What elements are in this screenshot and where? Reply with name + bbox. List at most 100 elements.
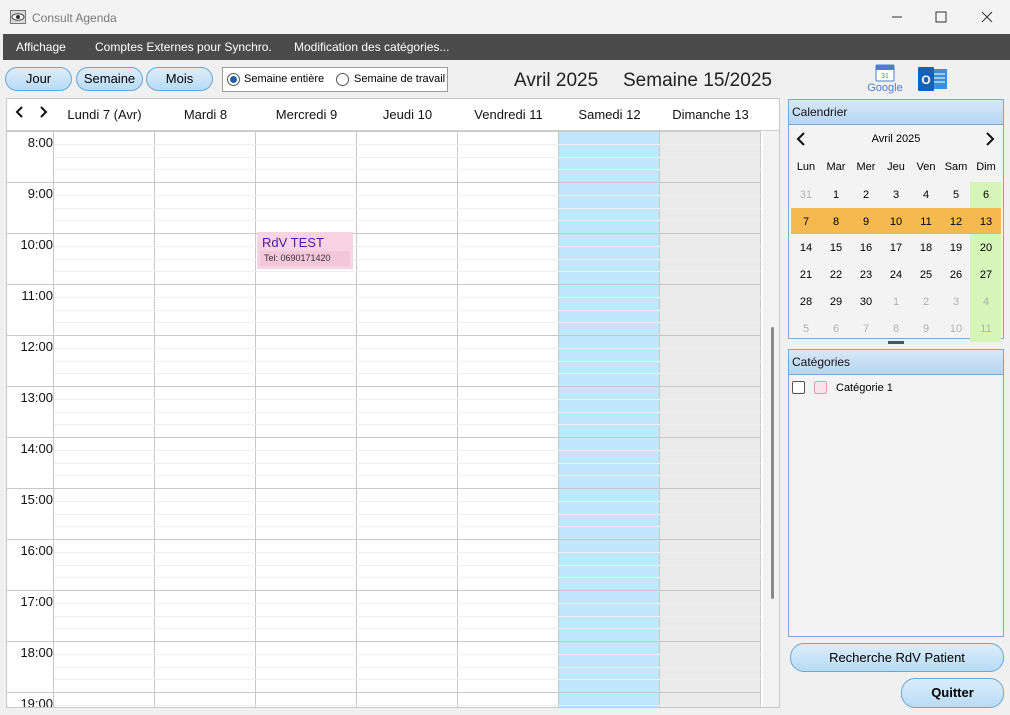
mini-day[interactable]: 5 [941, 182, 971, 208]
hour-line [7, 386, 761, 387]
hour-line [7, 284, 761, 285]
category-label[interactable]: Catégorie 1 [836, 382, 893, 394]
day-header[interactable]: Mercredi 9 [256, 99, 357, 131]
week-grid[interactable]: Lundi 7 (Avr) Mardi 8 Mercredi 9 Jeudi 10 Ve… [6, 98, 780, 708]
mini-day[interactable]: 25 [911, 262, 941, 288]
mini-weekday: Ven [916, 161, 936, 173]
day-column[interactable] [256, 131, 357, 707]
mini-day[interactable]: 17 [881, 235, 911, 261]
panel-resize-grip[interactable] [888, 341, 904, 344]
mini-day[interactable]: 9 [851, 209, 881, 235]
day-header[interactable]: Dimanche 13 [660, 99, 761, 131]
mini-day[interactable]: 21 [791, 262, 821, 288]
mini-day[interactable]: 3 [881, 182, 911, 208]
mini-day[interactable]: 27 [971, 262, 1001, 288]
maximize-icon[interactable] [930, 6, 952, 28]
mini-day[interactable]: 4 [911, 182, 941, 208]
mini-day[interactable]: 12 [941, 209, 971, 235]
quarter-line [54, 424, 761, 426]
radio-full-week[interactable] [227, 73, 240, 86]
mini-day[interactable]: 22 [821, 262, 851, 288]
mini-day[interactable]: 10 [881, 209, 911, 235]
day-header[interactable]: Lundi 7 (Avr) [54, 99, 155, 131]
mini-day[interactable]: 26 [941, 262, 971, 288]
mini-day[interactable]: 8 [881, 316, 911, 342]
radio-work-week-label[interactable]: Semaine de travail [354, 73, 445, 85]
mini-day[interactable]: 10 [941, 316, 971, 342]
mini-day[interactable]: 30 [851, 289, 881, 315]
close-icon[interactable] [976, 6, 998, 28]
mini-day[interactable]: 15 [821, 235, 851, 261]
day-column[interactable] [54, 131, 155, 707]
day-column[interactable] [660, 131, 761, 707]
mini-day[interactable]: 3 [941, 289, 971, 315]
radio-full-week-label[interactable]: Semaine entière [244, 73, 324, 85]
mini-day[interactable]: 7 [851, 316, 881, 342]
minimize-icon[interactable] [886, 6, 908, 28]
view-day-button[interactable]: Jour [5, 67, 72, 91]
day-column[interactable] [458, 131, 559, 707]
mini-day[interactable]: 20 [971, 235, 1001, 261]
next-week-icon[interactable] [35, 104, 51, 120]
mini-day[interactable]: 19 [941, 235, 971, 261]
mini-day[interactable]: 2 [851, 182, 881, 208]
mini-day[interactable]: 2 [911, 289, 941, 315]
day-column[interactable] [357, 131, 458, 707]
radio-work-week[interactable] [336, 73, 349, 86]
quarter-line [54, 169, 761, 171]
hour-line [7, 131, 761, 132]
appointment-event[interactable]: RdV TEST Tel: 0690171420 [257, 232, 353, 269]
google-calendar-icon[interactable]: 31 Google [864, 64, 906, 94]
current-week: Semaine 15/2025 [623, 70, 772, 91]
prev-week-icon[interactable] [12, 104, 28, 120]
mini-day[interactable]: 7 [791, 209, 821, 235]
mini-weekday: Dim [976, 161, 996, 173]
view-month-button[interactable]: Mois [146, 67, 213, 91]
outlook-icon[interactable]: O [917, 65, 949, 95]
mini-day[interactable]: 14 [791, 235, 821, 261]
day-column[interactable] [559, 131, 660, 707]
quarter-line [54, 551, 761, 553]
mini-day[interactable]: 13 [971, 209, 1001, 235]
quarter-line [54, 271, 761, 273]
mini-day[interactable]: 11 [911, 209, 941, 235]
mini-day[interactable]: 6 [821, 316, 851, 342]
category-checkbox[interactable] [792, 381, 805, 394]
quit-button[interactable]: Quitter [901, 678, 1004, 708]
day-header[interactable]: Jeudi 10 [357, 99, 458, 131]
hour-label: 8:00 [27, 135, 53, 150]
mini-day[interactable]: 1 [821, 182, 851, 208]
menu-modification-categories[interactable]: Modification des catégories... [294, 40, 449, 54]
mini-next-month-icon[interactable] [982, 131, 998, 147]
mini-day[interactable]: 4 [971, 289, 1001, 315]
mini-day[interactable]: 11 [971, 316, 1001, 342]
quarter-line [54, 373, 761, 375]
day-header[interactable]: Mardi 8 [155, 99, 256, 131]
search-appointment-button[interactable]: Recherche RdV Patient [790, 643, 1004, 672]
menu-affichage[interactable]: Affichage [16, 40, 66, 54]
mini-day[interactable]: 23 [851, 262, 881, 288]
mini-day[interactable]: 16 [851, 235, 881, 261]
mini-day[interactable]: 9 [911, 316, 941, 342]
day-column[interactable] [155, 131, 256, 707]
mini-day[interactable]: 5 [791, 316, 821, 342]
mini-weekday: Lun [796, 161, 816, 173]
mini-day[interactable]: 6 [971, 182, 1001, 208]
mini-day[interactable]: 28 [791, 289, 821, 315]
view-week-button[interactable]: Semaine [76, 67, 143, 91]
day-header[interactable]: Samedi 12 [559, 99, 660, 131]
mini-day[interactable]: 18 [911, 235, 941, 261]
quarter-line [54, 602, 761, 604]
quarter-line [54, 245, 761, 247]
mini-day[interactable]: 1 [881, 289, 911, 315]
menu-comptes-externes[interactable]: Comptes Externes pour Synchro. [95, 40, 272, 54]
mini-weekday: Mer [856, 161, 876, 173]
mini-day[interactable]: 29 [821, 289, 851, 315]
day-header[interactable]: Vendredi 11 [458, 99, 559, 131]
mini-day[interactable]: 8 [821, 209, 851, 235]
hour-line [7, 539, 761, 540]
mini-day[interactable]: 24 [881, 262, 911, 288]
quarter-line [54, 398, 761, 400]
grid-scrollbar-thumb[interactable] [771, 327, 774, 599]
mini-day[interactable]: 31 [791, 182, 821, 208]
